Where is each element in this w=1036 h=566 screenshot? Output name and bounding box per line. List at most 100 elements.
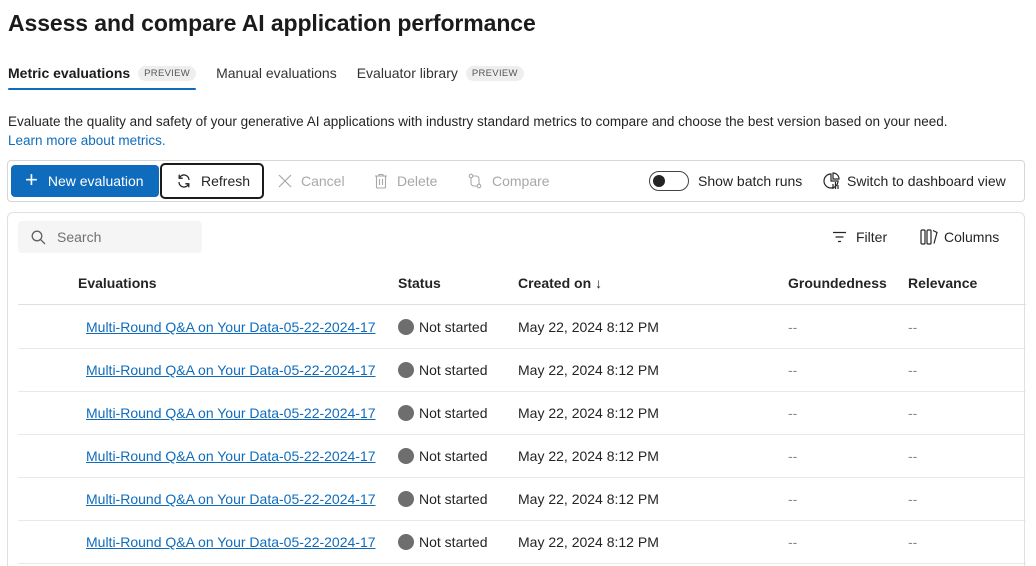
tab-label: Metric evaluations [8, 65, 131, 81]
created-on-cell: May 22, 2024 8:12 PM [518, 491, 659, 507]
cancel-button[interactable]: Cancel [278, 165, 345, 197]
status-text: Not started [419, 319, 488, 335]
status-cell: Not started [398, 448, 487, 464]
relevance-cell: -- [908, 362, 918, 378]
status-text: Not started [419, 405, 488, 421]
table-row[interactable]: Multi-Round Q&A on Your Data-05-22-2024-… [18, 392, 1026, 435]
page-title: Assess and compare AI application perfor… [8, 10, 536, 36]
groundedness-cell: -- [788, 405, 798, 421]
plus-icon: + [25, 167, 38, 192]
delete-button[interactable]: Delete [374, 165, 437, 197]
column-header-evaluations[interactable]: Evaluations [78, 275, 157, 291]
table-row[interactable]: Multi-Round Q&A on Your Data-05-22-2024-… [18, 478, 1026, 521]
page-description: Evaluate the quality and safety of your … [8, 114, 948, 129]
table-row[interactable]: Multi-Round Q&A on Your Data-05-22-2024-… [18, 349, 1026, 392]
tab-metric-evaluations[interactable]: Metric evaluations PREVIEW [8, 62, 197, 90]
tab-label: Evaluator library [356, 65, 458, 81]
columns-icon [920, 229, 938, 245]
relevance-cell: -- [908, 534, 918, 550]
created-on-label: Created on [518, 275, 592, 291]
table-row[interactable]: Multi-Round Q&A on Your Data-05-22-2024-… [18, 306, 1026, 349]
search-icon [31, 230, 46, 244]
tab-label: Manual evaluations [216, 65, 337, 81]
table-row[interactable]: Multi-Round Q&A on Your Data-05-22-2024-… [18, 435, 1026, 478]
relevance-cell: -- [908, 405, 918, 421]
switch-view-label: Switch to dashboard view [847, 173, 1006, 189]
created-on-cell: May 22, 2024 8:12 PM [518, 405, 659, 421]
preview-badge: PREVIEW [465, 65, 524, 81]
compare-button[interactable]: Compare [467, 165, 550, 197]
learn-more-link[interactable]: Learn more about metrics. [8, 131, 166, 151]
status-dot-icon [398, 319, 414, 335]
column-header-groundedness[interactable]: Groundedness [788, 275, 887, 291]
created-on-cell: May 22, 2024 8:12 PM [518, 448, 659, 464]
compare-label: Compare [492, 173, 550, 189]
column-header-relevance[interactable]: Relevance [908, 275, 977, 291]
command-bar: + New evaluation Refresh Cancel Delete C… [7, 160, 1025, 202]
created-on-cell: May 22, 2024 8:12 PM [518, 534, 659, 550]
evaluation-name-link[interactable]: Multi-Round Q&A on Your Data-05-22-2024-… [86, 362, 380, 378]
dashboard-icon [823, 172, 840, 189]
status-dot-icon [398, 534, 414, 550]
evaluation-name-link[interactable]: Multi-Round Q&A on Your Data-05-22-2024-… [86, 448, 380, 464]
status-dot-icon [398, 362, 414, 378]
evaluation-name-link[interactable]: Multi-Round Q&A on Your Data-05-22-2024-… [86, 405, 380, 421]
refresh-label: Refresh [201, 173, 251, 189]
columns-label: Columns [944, 229, 1000, 245]
column-header-created-on[interactable]: Created on ↓ [518, 275, 602, 291]
status-text: Not started [419, 448, 488, 464]
groundedness-cell: -- [788, 448, 798, 464]
groundedness-cell: -- [788, 491, 798, 507]
trash-icon [374, 173, 388, 189]
status-dot-icon [398, 448, 414, 464]
toggle-switch[interactable] [649, 171, 689, 191]
status-text: Not started [419, 491, 488, 507]
status-cell: Not started [398, 405, 487, 421]
evaluations-grid: Filter Columns Evaluations Status Create… [7, 212, 1026, 566]
column-header-status[interactable]: Status [398, 275, 441, 291]
created-on-cell: May 22, 2024 8:12 PM [518, 362, 659, 378]
status-cell: Not started [398, 319, 487, 335]
close-icon [278, 174, 292, 188]
switch-dashboard-view-button[interactable]: Switch to dashboard view [822, 165, 1006, 197]
status-text: Not started [419, 362, 488, 378]
search-input[interactable] [57, 229, 187, 245]
search-box[interactable] [18, 221, 202, 253]
preview-badge: PREVIEW [138, 65, 197, 81]
table-row[interactable]: Multi-Round Q&A on Your Data-05-22-2024-… [18, 521, 1026, 564]
show-batch-runs-label: Show batch runs [698, 173, 803, 189]
relevance-cell: -- [908, 448, 918, 464]
created-on-cell: May 22, 2024 8:12 PM [518, 319, 659, 335]
groundedness-cell: -- [788, 534, 798, 550]
show-batch-runs-toggle[interactable]: Show batch runs [649, 165, 802, 197]
evaluation-name-link[interactable]: Multi-Round Q&A on Your Data-05-22-2024-… [86, 491, 380, 507]
groundedness-cell: -- [788, 319, 798, 335]
refresh-icon [178, 174, 190, 188]
tab-manual-evaluations[interactable]: Manual evaluations [216, 62, 337, 84]
status-dot-icon [398, 405, 414, 421]
filter-label: Filter [856, 229, 888, 245]
groundedness-cell: -- [788, 362, 798, 378]
cancel-label: Cancel [301, 173, 345, 189]
new-evaluation-label: New evaluation [47, 173, 144, 189]
status-text: Not started [419, 534, 488, 550]
tab-list: Metric evaluations PREVIEW Manual evalua… [8, 62, 544, 90]
filter-button[interactable]: Filter [832, 223, 887, 251]
status-cell: Not started [398, 491, 487, 507]
evaluation-name-link[interactable]: Multi-Round Q&A on Your Data-05-22-2024-… [86, 319, 380, 335]
new-evaluation-button[interactable]: + New evaluation [11, 165, 159, 197]
compare-icon [467, 173, 483, 189]
filter-icon [833, 231, 846, 243]
evaluation-name-link[interactable]: Multi-Round Q&A on Your Data-05-22-2024-… [86, 534, 380, 550]
relevance-cell: -- [908, 319, 918, 335]
status-cell: Not started [398, 534, 487, 550]
sort-descending-icon: ↓ [595, 275, 603, 291]
relevance-cell: -- [908, 491, 918, 507]
toggle-knob [653, 175, 665, 187]
delete-label: Delete [397, 173, 438, 189]
tab-evaluator-library[interactable]: Evaluator library PREVIEW [357, 62, 524, 84]
status-dot-icon [398, 491, 414, 507]
refresh-button[interactable]: Refresh [160, 163, 264, 199]
table-header: Evaluations Status Created on ↓ Groundedn… [18, 263, 1026, 305]
columns-button[interactable]: Columns [920, 223, 999, 251]
